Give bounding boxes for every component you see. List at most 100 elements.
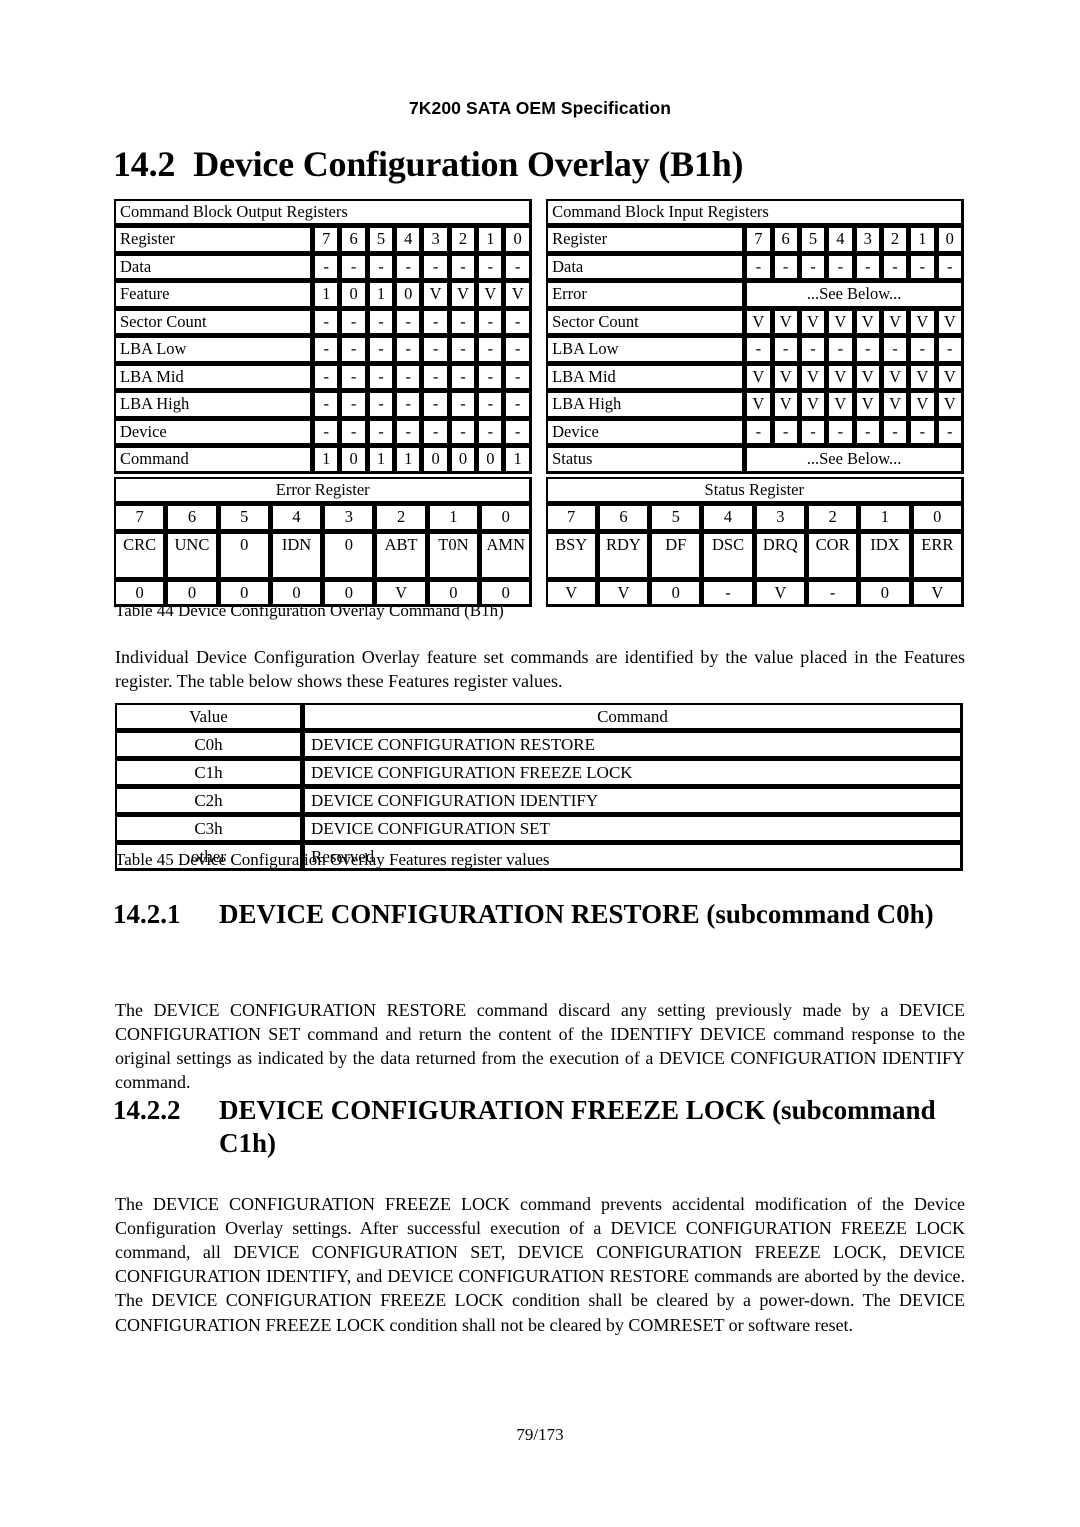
bit-value: - [702,579,755,608]
bit-value: - [745,418,773,447]
bit-value: - [909,336,937,364]
bit-label: 1 [477,226,505,254]
register-name: Sector Count [546,308,746,337]
bit-value: V [881,363,910,392]
bit-value: - [477,391,505,419]
section-title-text: Device Configuration Overlay (B1h) [193,144,744,184]
bit-value: - [881,336,910,364]
register-name: LBA Low [546,336,746,364]
bit-value: V [504,281,532,309]
column-gap [531,226,547,254]
column-gap [531,308,547,337]
column-gap [532,580,545,607]
register-name: LBA Mid [114,363,314,392]
register-name: Error [546,281,746,309]
bit-value: V [909,363,937,392]
feature-value: C3h [115,815,303,844]
bit-label: 2 [375,504,428,532]
column-gap [531,253,547,282]
register-name: LBA High [546,391,746,419]
features-register-values-table: Value Command C0h DEVICE CONFIGURATION R… [115,703,963,872]
bit-value: - [422,253,450,282]
bit-mnemonic: COR [806,531,860,580]
bit-value: V [754,579,807,608]
bit-mnemonic: IDN [270,531,324,580]
bit-value: V [827,363,855,392]
bit-value: 0 [650,579,703,608]
bit-value: - [395,418,423,447]
bit-label: 6 [597,504,651,532]
bit-value: V [772,308,800,337]
bit-value: - [449,363,478,392]
bit-value: 1 [504,446,532,474]
bit-value: - [313,391,341,419]
bit-value: - [854,418,882,447]
feature-value: C0h [115,731,303,760]
freeze-lock-paragraph: The DEVICE CONFIGURATION FREEZE LOCK com… [115,1194,965,1335]
bit-value: V [936,363,964,392]
bit-label: 6 [166,504,219,532]
subsection-number: 14.2.1 [113,899,181,929]
bit-value: V [772,391,800,419]
see-below-note: ...See Below... [745,281,964,309]
bit-value: V [827,391,855,419]
bit-value: - [367,336,396,364]
bit-value: - [504,391,532,419]
bit-mnemonic: DF [650,531,703,580]
bit-value: - [340,253,368,282]
bit-value: - [827,253,855,282]
feature-command: DEVICE CONFIGURATION RESTORE [303,731,963,760]
bit-value: - [504,253,532,282]
table-row: Error Register Status Register [114,477,964,505]
see-below-note: ...See Below... [745,446,964,474]
bit-value: - [313,418,341,447]
bit-value: V [881,391,910,419]
running-header: 7K200 SATA OEM Specification [408,98,672,118]
column-gap [531,418,547,447]
bit-value: - [422,391,450,419]
bit-value: - [449,253,478,282]
bit-value: - [772,336,800,364]
bit-mnemonic: RDY [597,531,651,580]
table-row: C3h DEVICE CONFIGURATION SET [115,815,963,844]
page-title: 14.2 Device Configuration Overlay (B1h) [113,143,983,185]
bit-label: 1 [909,226,937,254]
bit-value: V [827,308,855,337]
table-row: C0h DEVICE CONFIGURATION RESTORE [115,731,963,760]
table-row: LBA High - - - - - - - - LBA High V V V … [114,391,964,419]
register-name: Status [546,446,746,474]
bit-mnemonic: UNC [166,531,219,580]
bit-value: V [799,308,828,337]
register-name: Feature [114,281,314,309]
bit-value: - [340,391,368,419]
input-block-caption: Command Block Input Registers [546,199,964,227]
column-gap [531,336,547,364]
bit-value: - [799,418,828,447]
bit-label: 4 [395,226,423,254]
table-row: Command Block Output Registers Command B… [114,199,964,227]
bit-value: - [806,579,860,608]
bit-value: 1 [395,446,423,474]
bit-value: V [854,363,882,392]
table-row: LBA Mid - - - - - - - - LBA Mid V V V V … [114,363,964,392]
column-header-value: Value [115,703,303,732]
bit-label: 4 [827,226,855,254]
bit-value: - [395,253,423,282]
bit-value: - [367,418,396,447]
bit-value: V [909,308,937,337]
feature-value: C2h [115,787,303,816]
bit-value: 0 [477,446,505,474]
bit-label: 1 [859,504,912,532]
bit-value: - [745,336,773,364]
bit-value: - [909,418,937,447]
bit-label: 3 [323,504,376,532]
bit-mnemonic: CRC [114,531,167,580]
bit-value: V [745,363,773,392]
table-row: Feature 1 0 1 0 V V V V Error ...See Bel… [114,281,964,309]
bit-label: 7 [114,504,167,532]
register-name: LBA Low [114,336,314,364]
bit-label: 3 [754,504,807,532]
bit-value: V [799,363,828,392]
bit-label: 3 [854,226,882,254]
register-name: Data [114,253,314,282]
